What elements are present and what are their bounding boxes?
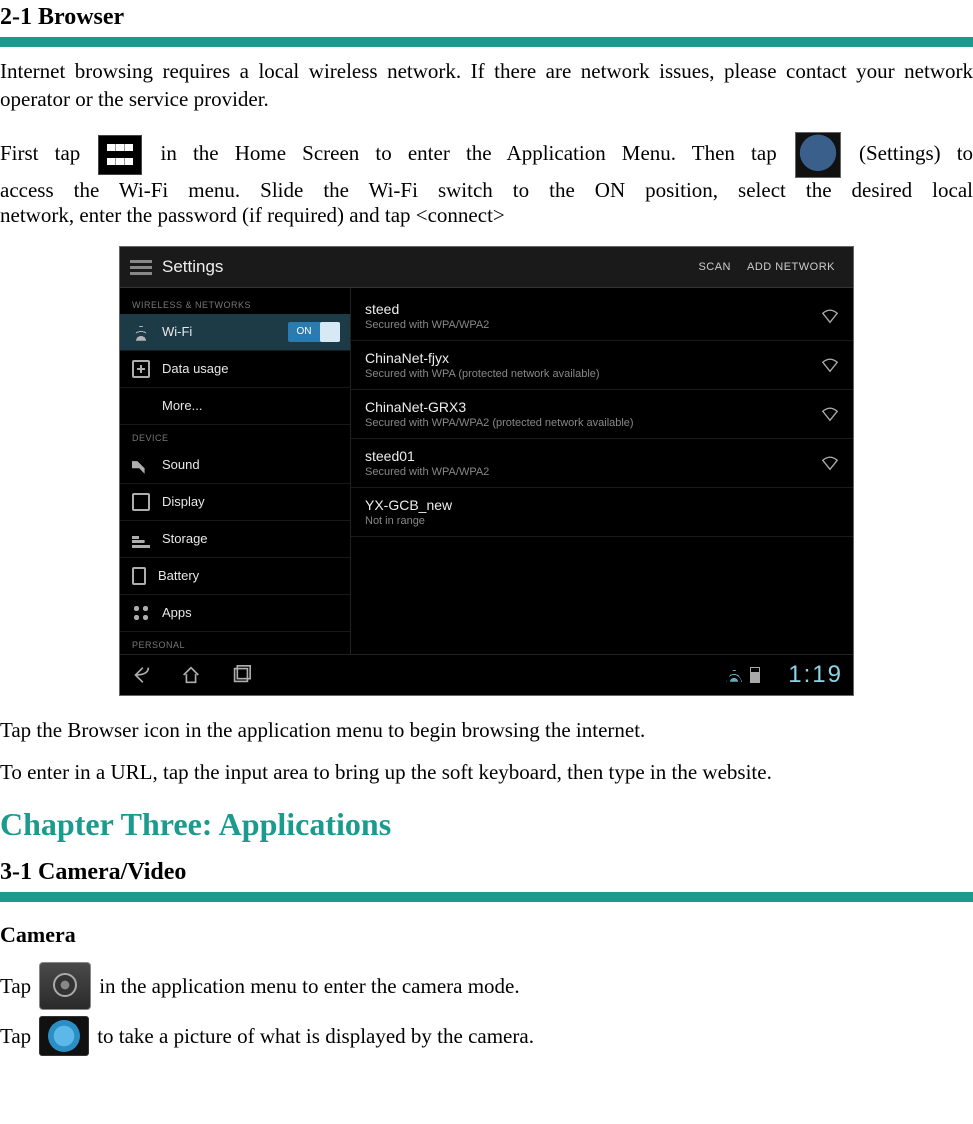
app-grid-icon <box>98 135 142 175</box>
sidebar-item-battery[interactable]: Battery <box>120 558 350 595</box>
wifi-instruction-line2: access the Wi-Fi menu. Slide the Wi-Fi s… <box>0 178 973 203</box>
wifi-icon <box>132 323 150 341</box>
network-name: YX-GCB_new <box>365 497 839 513</box>
section-heading-camera: 3-1 Camera/Video <box>0 859 973 886</box>
chapter-heading: Chapter Three: Applications <box>0 806 973 843</box>
sidebar-label: Wi-Fi <box>162 324 192 339</box>
sidebar-item-wifi[interactable]: Wi-Fi ON <box>120 314 350 351</box>
sidebar-category-wireless: WIRELESS & NETWORKS <box>120 292 350 314</box>
wifi-signal-icon <box>821 357 839 373</box>
blank-icon <box>132 397 150 415</box>
status-wifi-icon <box>726 668 742 682</box>
text: in the Home Screen to enter the Applicat… <box>161 141 777 165</box>
sidebar-category-personal: PERSONAL <box>120 632 350 654</box>
browser-tap-paragraph: Tap the Browser icon in the application … <box>0 716 973 744</box>
network-security: Secured with WPA (protected network avai… <box>365 368 839 380</box>
wifi-network-list: steed Secured with WPA/WPA2 ChinaNet-fjy… <box>351 288 853 654</box>
sidebar-item-data-usage[interactable]: Data usage <box>120 351 350 388</box>
sidebar-item-display[interactable]: Display <box>120 484 350 521</box>
network-security: Not in range <box>365 515 839 527</box>
text: (Settings) to <box>859 141 973 165</box>
sidebar-category-device: DEVICE <box>120 425 350 447</box>
text: in the application menu to enter the cam… <box>99 974 519 999</box>
network-security: Secured with WPA/WPA2 <box>365 319 839 331</box>
network-security: Secured with WPA/WPA2 <box>365 466 839 478</box>
apps-icon <box>132 604 150 622</box>
add-network-button[interactable]: ADD NETWORK <box>739 255 843 279</box>
wifi-network-item[interactable]: YX-GCB_new Not in range <box>351 488 853 537</box>
sidebar-label: Apps <box>162 605 192 620</box>
network-name: ChinaNet-GRX3 <box>365 399 839 415</box>
sidebar-item-more[interactable]: More... <box>120 388 350 425</box>
data-usage-icon <box>132 360 150 378</box>
status-clock: 1:19 <box>788 661 843 689</box>
wifi-instruction-line3: network, enter the password (if required… <box>0 203 973 228</box>
sidebar-label: Storage <box>162 531 208 546</box>
battery-icon <box>132 567 146 585</box>
camera-line-2: Tap to take a picture of what is display… <box>0 1016 973 1056</box>
wifi-instruction-line1: First tap in the Home Screen to enter th… <box>0 132 973 178</box>
url-entry-paragraph: To enter in a URL, tap the input area to… <box>0 758 973 786</box>
scan-button[interactable]: SCAN <box>690 255 739 279</box>
sidebar-item-storage[interactable]: Storage <box>120 521 350 558</box>
recent-apps-button[interactable] <box>230 664 252 686</box>
network-name: steed01 <box>365 448 839 464</box>
back-button[interactable] <box>130 664 152 686</box>
settings-header: Settings SCAN ADD NETWORK <box>120 247 853 288</box>
wifi-toggle[interactable]: ON <box>288 322 340 342</box>
sidebar-label: Display <box>162 494 205 509</box>
settings-sliders-icon <box>130 258 152 276</box>
display-icon <box>132 493 150 511</box>
camera-subheading: Camera <box>0 922 973 948</box>
text: First tap <box>0 141 80 165</box>
system-nav-bar: 1:19 <box>120 654 853 695</box>
wifi-signal-icon <box>821 455 839 471</box>
text: to take a picture of what is displayed b… <box>97 1024 534 1049</box>
sidebar-item-apps[interactable]: Apps <box>120 595 350 632</box>
section-rule <box>0 892 973 902</box>
toggle-knob <box>320 322 340 342</box>
sidebar-label: More... <box>162 398 202 413</box>
intro-paragraph: Internet browsing requires a local wirel… <box>0 57 973 114</box>
wifi-network-item[interactable]: ChinaNet-fjyx Secured with WPA (protecte… <box>351 341 853 390</box>
section-rule <box>0 37 973 47</box>
settings-sidebar: WIRELESS & NETWORKS Wi-Fi ON Data usage … <box>120 288 351 654</box>
wifi-signal-icon <box>821 406 839 422</box>
wifi-network-item[interactable]: ChinaNet-GRX3 Secured with WPA/WPA2 (pro… <box>351 390 853 439</box>
network-security: Secured with WPA/WPA2 (protected network… <box>365 417 839 429</box>
text: Tap <box>0 1024 31 1049</box>
settings-screenshot: Settings SCAN ADD NETWORK WIRELESS & NET… <box>119 246 854 696</box>
storage-icon <box>132 530 150 548</box>
sound-icon <box>132 456 150 474</box>
wifi-network-item[interactable]: steed Secured with WPA/WPA2 <box>351 292 853 341</box>
sidebar-item-sound[interactable]: Sound <box>120 447 350 484</box>
wifi-network-item[interactable]: steed01 Secured with WPA/WPA2 <box>351 439 853 488</box>
network-name: ChinaNet-fjyx <box>365 350 839 366</box>
text: Tap <box>0 974 31 999</box>
status-icons <box>726 667 760 683</box>
settings-icon <box>795 132 841 178</box>
toggle-on-label: ON <box>288 322 320 342</box>
sidebar-label: Data usage <box>162 361 229 376</box>
sidebar-label: Battery <box>158 568 199 583</box>
sidebar-label: Sound <box>162 457 200 472</box>
settings-title: Settings <box>162 257 690 277</box>
status-battery-icon <box>750 667 760 683</box>
camera-app-icon <box>39 962 91 1010</box>
section-heading-browser: 2-1 Browser <box>0 4 973 31</box>
network-name: steed <box>365 301 839 317</box>
shutter-button-icon <box>39 1016 89 1056</box>
wifi-signal-icon <box>821 308 839 324</box>
home-button[interactable] <box>180 664 202 686</box>
camera-line-1: Tap in the application menu to enter the… <box>0 962 973 1010</box>
